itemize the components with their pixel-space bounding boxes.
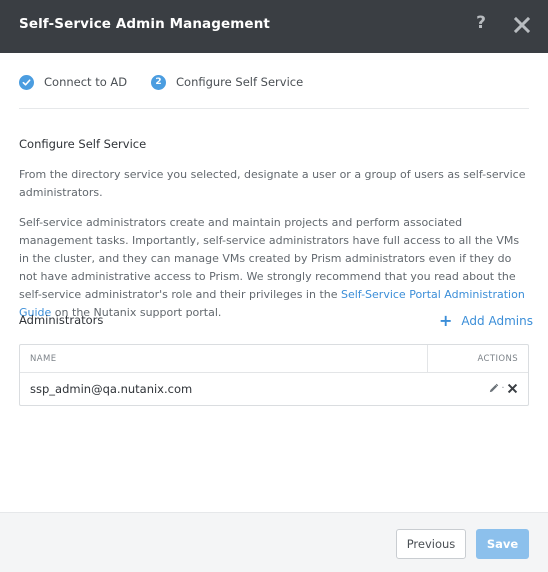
delete-icon[interactable] [507, 383, 518, 394]
section-title: Configure Self Service [19, 137, 147, 151]
intro-paragraph: From the directory service you selected,… [19, 168, 526, 199]
step-label: Connect to AD [44, 75, 128, 89]
warning-paragraph: Self-service administrators create and m… [19, 214, 531, 322]
modal-header: Self-Service Admin Management ? [0, 0, 548, 53]
add-admins-button[interactable]: + Add Admins [439, 311, 533, 331]
add-admins-label: Add Admins [461, 314, 533, 328]
admin-name-cell: ssp_admin@qa.nutanix.com [30, 382, 193, 396]
check-icon [19, 74, 34, 90]
step-connect-to-ad[interactable]: Connect to AD [19, 71, 127, 93]
administrators-label: Administrators [19, 313, 104, 327]
action-separator: · [501, 383, 505, 394]
close-icon[interactable] [512, 15, 532, 35]
modal-footer: Previous Save [0, 512, 548, 572]
table-header: NAME ACTIONS [20, 345, 528, 373]
wizard-steps: Connect to AD 2 Configure Self Service [19, 71, 529, 93]
administrators-table: NAME ACTIONS ssp_admin@qa.nutanix.com · [19, 344, 529, 406]
step-configure-self-service: 2 Configure Self Service [151, 71, 303, 93]
divider [19, 108, 529, 109]
table-row: ssp_admin@qa.nutanix.com · [20, 374, 528, 405]
plus-icon: + [439, 311, 453, 330]
column-divider [427, 345, 428, 372]
modal-title: Self-Service Admin Management [19, 16, 270, 32]
step-number-badge: 2 [151, 74, 166, 90]
step-label: Configure Self Service [176, 75, 304, 89]
column-header-actions: ACTIONS [477, 354, 518, 364]
previous-button[interactable]: Previous [396, 529, 466, 559]
row-actions: · [488, 383, 518, 394]
save-button[interactable]: Save [476, 529, 529, 559]
column-header-name: NAME [30, 354, 57, 364]
help-icon[interactable]: ? [473, 13, 489, 35]
pencil-icon[interactable] [488, 383, 499, 394]
